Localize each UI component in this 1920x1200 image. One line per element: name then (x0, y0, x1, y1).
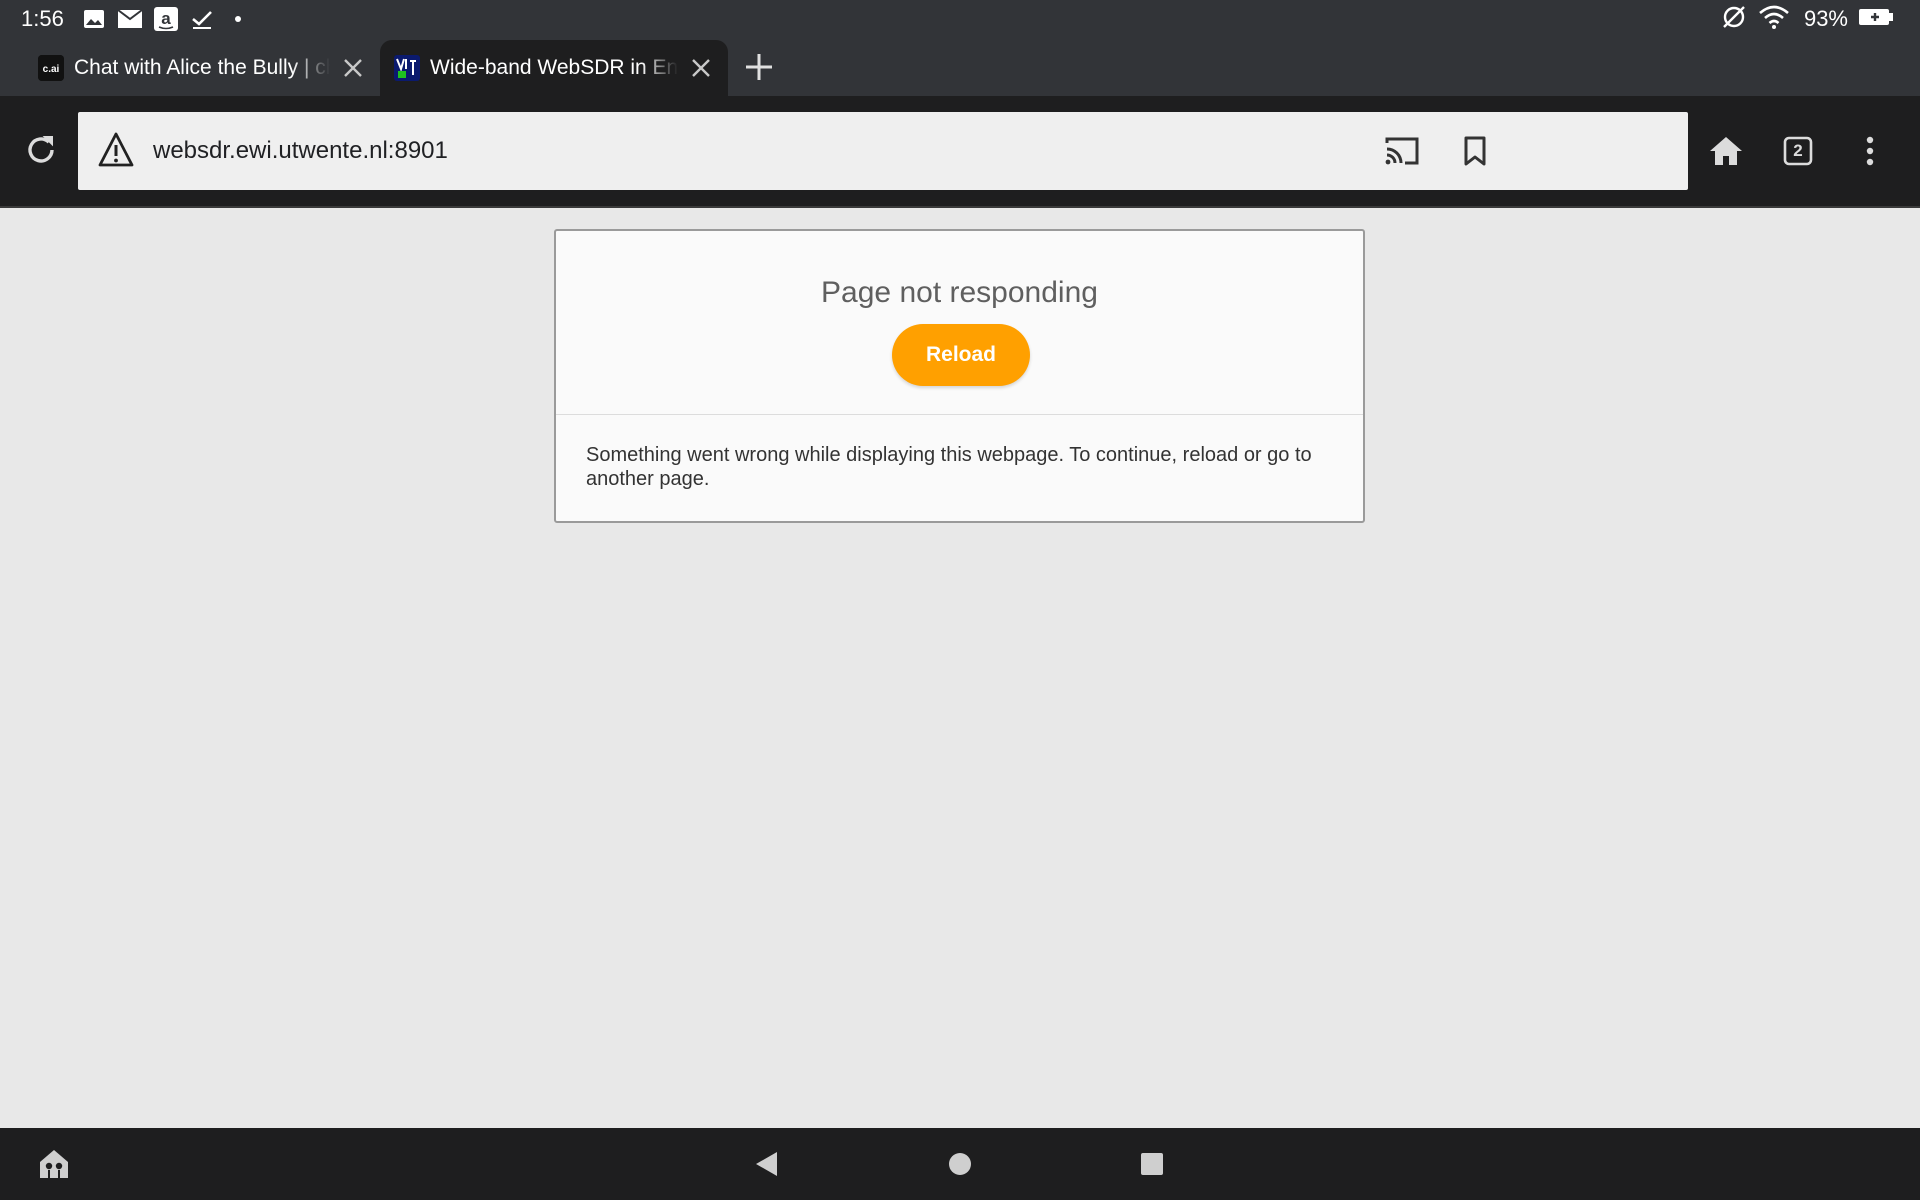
overflow-menu-button[interactable] (1846, 127, 1894, 175)
tab-count: 2 (1793, 141, 1803, 160)
home-button[interactable] (1702, 127, 1750, 175)
close-tab-icon[interactable] (686, 53, 716, 83)
character-ai-favicon-icon: c.ai (38, 55, 64, 81)
more-vertical-icon (1866, 136, 1874, 166)
recents-button[interactable] (1128, 1140, 1176, 1188)
home-nav-button[interactable] (936, 1140, 984, 1188)
bookmark-icon[interactable] (1451, 127, 1499, 175)
recents-square-icon (1141, 1153, 1163, 1175)
system-navigation-bar (0, 1128, 1920, 1200)
tab-title: Wide-band WebSDR in Enschede (430, 56, 678, 79)
mail-icon (116, 5, 144, 33)
close-tab-icon[interactable] (338, 53, 368, 83)
plus-icon (746, 54, 772, 80)
tab-character-ai[interactable]: c.ai Chat with Alice the Bully | charact… (24, 40, 380, 96)
dialog-title: Page not responding (821, 276, 1098, 309)
image-icon (80, 5, 108, 33)
reload-button[interactable]: Reload (892, 324, 1030, 386)
websdr-favicon-icon (394, 55, 420, 81)
new-tab-button[interactable] (742, 50, 776, 84)
address-bar[interactable] (78, 112, 1688, 190)
dot-icon (224, 5, 252, 33)
tab-websdr[interactable]: Wide-band WebSDR in Enschede (380, 40, 728, 96)
refresh-icon (28, 136, 54, 163)
home-circle-icon (949, 1153, 971, 1175)
page-not-responding-dialog: Page not responding Reload Something wen… (554, 229, 1365, 523)
back-button[interactable] (742, 1140, 790, 1188)
no-sync-icon (1720, 3, 1748, 36)
back-triangle-icon (756, 1152, 777, 1176)
reload-page-button[interactable] (17, 126, 65, 174)
dialog-divider (556, 414, 1363, 415)
svg-text:c.ai: c.ai (43, 64, 60, 75)
not-secure-warning-icon[interactable] (96, 129, 136, 171)
cast-icon[interactable] (1378, 127, 1426, 175)
amazon-icon: a (152, 5, 180, 33)
url-input[interactable] (153, 136, 1353, 166)
status-bar: 1:56 a 93% (0, 0, 1920, 38)
browser-toolbar: 2 (0, 96, 1920, 208)
battery-charging-icon (1858, 8, 1894, 31)
tab-strip: c.ai Chat with Alice the Bully | charact… (0, 38, 1920, 96)
dialog-message: Something went wrong while displaying th… (586, 444, 1312, 490)
tab-switcher-button[interactable]: 2 (1774, 127, 1822, 175)
launcher-button[interactable] (30, 1140, 78, 1188)
svg-text:a: a (161, 9, 171, 28)
battery-percent: 93% (1803, 6, 1848, 31)
status-time: 1:56 (21, 6, 64, 31)
status-right: 93% (1720, 4, 1894, 34)
home-icon (1710, 137, 1742, 165)
notification-icons: a (80, 5, 252, 33)
home-launcher-icon (40, 1150, 68, 1178)
page-content: Page not responding Reload Something wen… (0, 210, 1920, 1128)
wifi-icon (1758, 4, 1790, 35)
checkmark-icon (188, 5, 216, 33)
tab-title: Chat with Alice the Bully | character.ai (74, 56, 330, 79)
